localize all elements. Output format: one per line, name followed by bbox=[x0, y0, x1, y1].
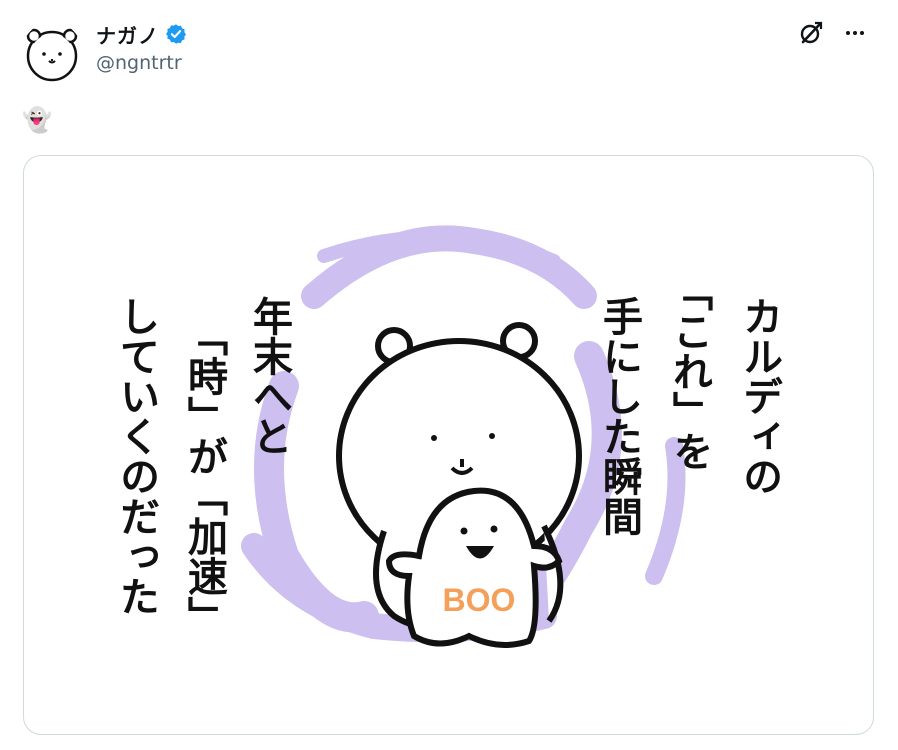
caption-column-6: していくのだった bbox=[113, 296, 159, 616]
author-info: ナガノ @ngntrtr bbox=[96, 20, 187, 74]
caption-column-1: カルディの bbox=[736, 296, 782, 496]
display-name[interactable]: ナガノ bbox=[96, 20, 159, 49]
header-actions bbox=[796, 18, 870, 48]
grok-button[interactable] bbox=[796, 18, 826, 48]
caption-column-4: 年末へと bbox=[246, 296, 293, 456]
caption-column-2: 「これ」を bbox=[666, 271, 713, 471]
media-image[interactable]: BOO カルディの 「これ」を 手にした瞬間 年末へと 「時」が「加速」 してい… bbox=[23, 155, 874, 735]
ghost-emoji: 👻 bbox=[22, 106, 52, 134]
more-button[interactable] bbox=[840, 18, 870, 48]
tweet-text: 👻 bbox=[22, 104, 52, 136]
name-row: ナガノ bbox=[96, 20, 187, 48]
avatar[interactable] bbox=[22, 22, 82, 82]
illustration: BOO カルディの 「これ」を 手にした瞬間 年末へと 「時」が「加速」 してい… bbox=[113, 225, 782, 648]
verified-badge-icon[interactable] bbox=[165, 23, 187, 45]
grok-icon bbox=[800, 21, 823, 44]
bear-avatar-icon bbox=[26, 28, 78, 82]
ghost-label: BOO bbox=[443, 582, 516, 618]
more-icon bbox=[846, 31, 864, 35]
tweet-card: ナガノ @ngntrtr 👻 BOO カルディの 「これ」を 手にした瞬間 年末… bbox=[0, 0, 898, 750]
handle[interactable]: @ngntrtr bbox=[96, 52, 187, 74]
caption-column-5: 「時」が「加速」 bbox=[181, 316, 228, 636]
caption-column-3: 手にした瞬間 bbox=[596, 296, 642, 536]
